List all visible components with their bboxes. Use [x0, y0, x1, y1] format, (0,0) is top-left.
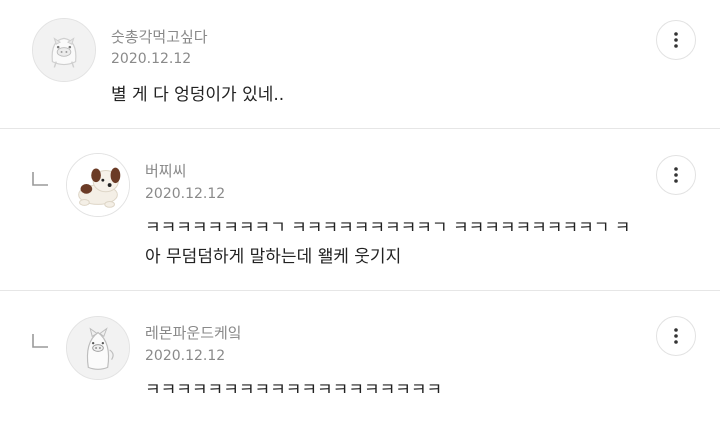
more-options-button[interactable]	[656, 155, 696, 195]
comment-date: 2020.12.12	[111, 51, 192, 67]
reply-indent-icon	[32, 334, 48, 348]
comment-author[interactable]: 레몬파운드케잌	[145, 324, 242, 342]
more-vertical-icon	[674, 167, 678, 183]
reply-indent-icon	[32, 172, 48, 186]
reply-comment-item: 버찌씨 2020.12.12 ㅋㅋㅋㅋㅋㅋㅋㅋㄱ ㅋㅋㅋㅋㅋㅋㅋㅋㅋㄱ ㅋㅋㅋㅋ…	[0, 129, 720, 290]
comment-text-line-1: ㅋㅋㅋㅋㅋㅋㅋㅋㄱ ㅋㅋㅋㅋㅋㅋㅋㅋㅋㄱ ㅋㅋㅋㅋㅋㅋㅋㅋㅋㄱ ㅋ	[145, 218, 631, 238]
comment-date: 2020.12.12	[145, 348, 226, 364]
comment-text: 별 게 다 엉덩이가 있네..	[111, 85, 285, 105]
more-vertical-icon	[674, 32, 678, 48]
avatar[interactable]	[66, 316, 130, 380]
comment-text: ㅋㅋㅋㅋㅋㅋㅋㅋㅋㅋㅋㅋㅋㅋㅋㅋㅋㅋㅋ	[145, 380, 443, 400]
more-options-button[interactable]	[656, 316, 696, 356]
avatar[interactable]	[32, 18, 96, 82]
more-vertical-icon	[674, 328, 678, 344]
comment-text-line-2: 아 무덤덤하게 말하는데 왤케 웃기지	[145, 247, 402, 267]
comment-author[interactable]: 숫총각먹고싶다	[111, 28, 208, 46]
pig-character-icon	[67, 317, 129, 379]
comment-date: 2020.12.12	[145, 186, 226, 202]
more-options-button[interactable]	[656, 20, 696, 60]
reply-comment-item: 레몬파운드케잌 2020.12.12 ㅋㅋㅋㅋㅋㅋㅋㅋㅋㅋㅋㅋㅋㅋㅋㅋㅋㅋㅋ	[0, 291, 720, 421]
pig-face-icon	[33, 19, 95, 81]
avatar[interactable]	[66, 153, 130, 217]
plush-dog-icon	[67, 154, 129, 216]
comment-author[interactable]: 버찌씨	[145, 162, 186, 180]
comment-item: 숫총각먹고싶다 2020.12.12 별 게 다 엉덩이가 있네..	[0, 0, 720, 128]
